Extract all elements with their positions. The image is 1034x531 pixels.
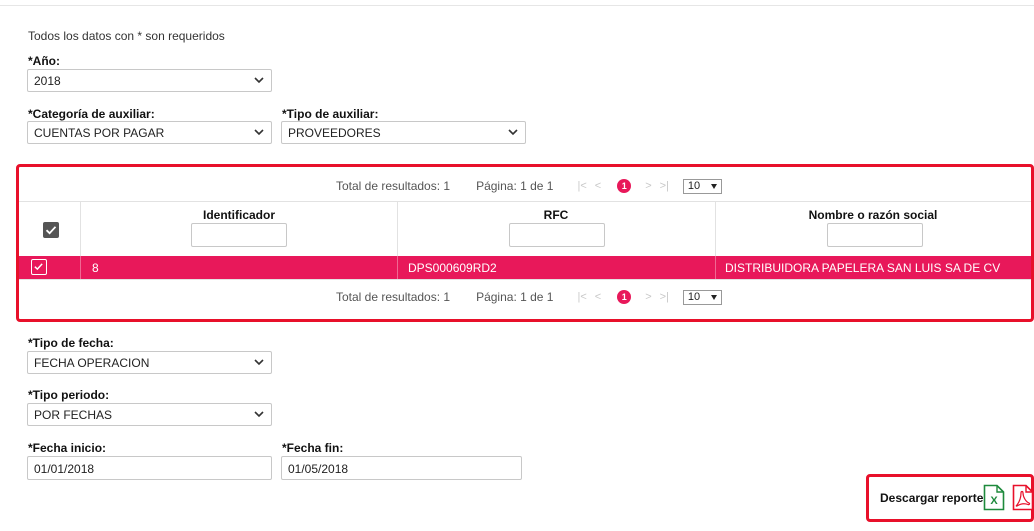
chevron-down-icon <box>508 129 518 136</box>
excel-file-icon: X <box>983 484 1005 511</box>
last-page-button[interactable]: >| <box>660 291 669 303</box>
categoria-value: CUENTAS POR PAGAR <box>34 126 165 140</box>
col-header-nombre[interactable]: Nombre o razón social <box>715 208 1031 222</box>
last-page-button[interactable]: >| <box>660 180 669 192</box>
page-size-value: 10 <box>687 179 701 192</box>
col-divider <box>80 256 81 279</box>
caret-down-icon <box>710 183 717 189</box>
tipo-fecha-select[interactable]: FECHA OPERACION <box>27 351 272 374</box>
next-page-button[interactable]: > <box>645 180 651 192</box>
download-label: Descargar reporte: <box>880 491 988 505</box>
anio-value: 2018 <box>34 74 61 88</box>
page-1-button[interactable]: 1 <box>617 179 632 193</box>
fecha-inicio-label: *Fecha inicio: <box>28 441 107 455</box>
col-divider <box>715 256 716 279</box>
prev-page-button[interactable]: < <box>595 180 601 192</box>
prev-page-button[interactable]: < <box>595 291 601 303</box>
chevron-down-icon <box>254 129 264 136</box>
filter-nombre-input[interactable] <box>827 223 923 247</box>
first-page-button[interactable]: |< <box>577 180 586 192</box>
pager-top: Total de resultados: 1 Página: 1 de 1 |<… <box>336 171 722 201</box>
chevron-down-icon <box>254 359 264 366</box>
first-page-button[interactable]: |< <box>577 291 586 303</box>
checkbox-checked-icon <box>34 263 43 271</box>
excel-glyph: X <box>990 495 998 507</box>
tipo-periodo-label: *Tipo periodo: <box>28 388 110 402</box>
total-results: Total de resultados: 1 <box>336 179 451 193</box>
chevron-down-icon <box>254 411 264 418</box>
chevron-down-icon <box>254 77 264 84</box>
excel-download-button[interactable]: X <box>983 484 1005 516</box>
pdf-download-button[interactable] <box>1012 484 1034 516</box>
table-bottom-border <box>19 279 1031 280</box>
table-top-border <box>19 201 1031 202</box>
filter-identificador-input[interactable] <box>191 223 287 247</box>
tipo-auxiliar-label: *Tipo de auxiliar: <box>282 107 379 121</box>
table-row[interactable]: 8 DPS000609RD2 DISTRIBUIDORA PAPELERA SA… <box>19 256 1031 279</box>
tipo-fecha-label: *Tipo de fecha: <box>28 336 114 350</box>
row-checkbox[interactable] <box>31 259 47 275</box>
page-info: Página: 1 de 1 <box>476 290 554 304</box>
pdf-file-icon <box>1012 484 1034 511</box>
anio-label: *Año: <box>28 54 60 68</box>
col-header-rfc[interactable]: RFC <box>397 208 715 222</box>
fecha-fin-input[interactable]: 01/05/2018 <box>281 456 522 480</box>
tipo-periodo-value: POR FECHAS <box>34 408 113 422</box>
tipo-fecha-value: FECHA OPERACION <box>34 356 150 370</box>
top-divider <box>0 5 1034 6</box>
categoria-select[interactable]: CUENTAS POR PAGAR <box>27 121 272 144</box>
cell-nombre: DISTRIBUIDORA PAPELERA SAN LUIS SA DE CV <box>725 261 1001 275</box>
select-all-checkbox[interactable] <box>43 222 59 238</box>
anio-select[interactable]: 2018 <box>27 69 272 92</box>
page-1-button[interactable]: 1 <box>617 290 632 304</box>
filter-rfc-input[interactable] <box>509 223 605 247</box>
next-page-button[interactable]: > <box>645 291 651 303</box>
cell-rfc: DPS000609RD2 <box>408 261 497 275</box>
fecha-inicio-input[interactable]: 01/01/2018 <box>27 456 272 480</box>
cell-identificador: 8 <box>92 261 99 275</box>
tipo-auxiliar-value: PROVEEDORES <box>288 126 381 140</box>
page-info: Página: 1 de 1 <box>476 179 554 193</box>
col-header-identificador[interactable]: Identificador <box>80 208 398 222</box>
fecha-fin-label: *Fecha fin: <box>282 441 344 455</box>
tipo-auxiliar-select[interactable]: PROVEEDORES <box>281 121 526 144</box>
checkbox-checked-icon <box>45 226 57 235</box>
tipo-periodo-select[interactable]: POR FECHAS <box>27 403 272 426</box>
page-size-value: 10 <box>687 290 701 303</box>
page-size-select[interactable]: 10 <box>682 289 722 305</box>
page-size-select[interactable]: 10 <box>682 178 722 194</box>
pager-bottom: Total de resultados: 1 Página: 1 de 1 |<… <box>336 282 722 312</box>
categoria-label: *Categoría de auxiliar: <box>28 107 155 121</box>
required-note: Todos los datos con * son requeridos <box>28 29 225 43</box>
col-divider <box>397 256 398 279</box>
total-results: Total de resultados: 1 <box>336 290 451 304</box>
caret-down-icon <box>710 294 717 300</box>
